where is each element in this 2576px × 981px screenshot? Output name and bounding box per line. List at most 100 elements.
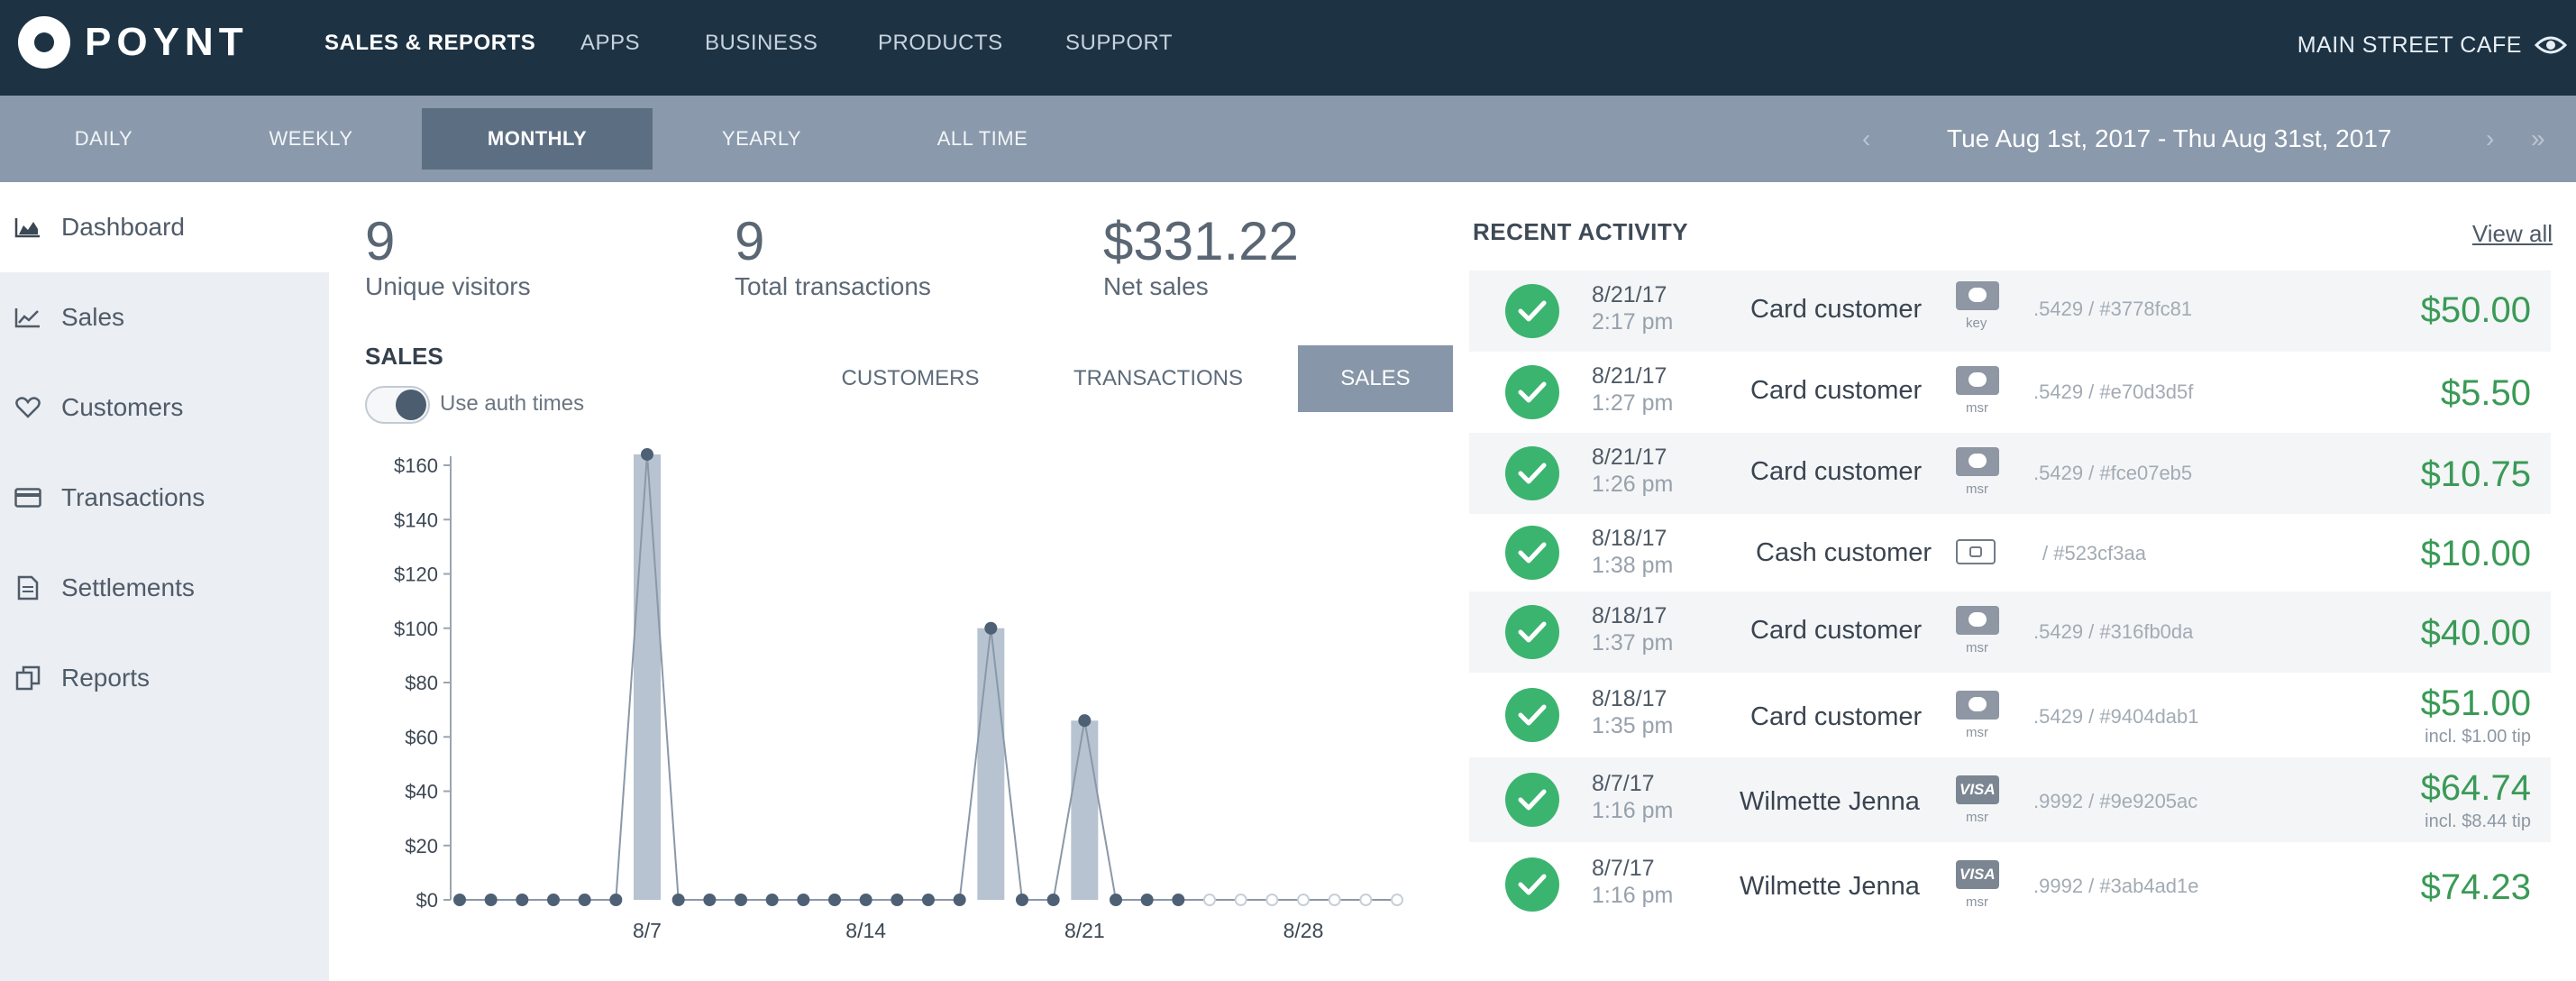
activity-time: 1:26 pm (1592, 472, 1674, 497)
sales-point (1172, 894, 1185, 906)
activity-date: 8/21/17 (1592, 282, 1667, 307)
activity-customer: Card customer (1750, 295, 1923, 324)
poynt-logo[interactable]: POYNT (18, 16, 249, 69)
activity-row[interactable]: 8/18/17 1:38 pm Cash customer / #523cf3a… (1469, 514, 2551, 591)
copy-icon (13, 663, 43, 693)
sales-point (735, 894, 747, 906)
activity-date: 8/7/17 (1592, 771, 1655, 796)
entry-mode: key (1966, 316, 1987, 331)
nav-business[interactable]: BUSINESS (705, 31, 818, 56)
line-chart-icon (13, 302, 43, 333)
activity-time: 1:35 pm (1592, 713, 1674, 738)
sales-point (1297, 894, 1310, 906)
activity-row[interactable]: 8/7/17 1:16 pm Wilmette Jenna VISA msr .… (1469, 842, 2551, 927)
sales-chart: $0 $20 $40 $60 $80 $100 $120 $140 $160 8/7 8/14 8/2… (394, 447, 1403, 942)
x-tick-label: 8/21 (1064, 919, 1105, 942)
toggle-knob (396, 390, 426, 420)
activity-customer: Card customer (1750, 702, 1923, 731)
nav-support[interactable]: SUPPORT (1065, 31, 1173, 56)
sidebar-item-customers[interactable]: Customers (0, 362, 329, 453)
period-all-time[interactable]: ALL TIME (910, 96, 1055, 182)
activity-time: 1:16 pm (1592, 798, 1674, 823)
activity-date: 8/21/17 (1592, 445, 1667, 470)
activity-reference: .9992 / #3ab4ad1e (2033, 875, 2199, 897)
period-monthly[interactable]: MONTHLY (422, 108, 653, 170)
eye-icon[interactable] (2535, 34, 2567, 56)
activity-time: 2:17 pm (1592, 309, 1674, 335)
activity-customer: Card customer (1750, 457, 1923, 486)
check-circle-icon (1505, 526, 1559, 580)
sidebar-item-reports[interactable]: Reports (0, 633, 329, 723)
stat-value: 9 (735, 211, 765, 271)
entry-mode: msr (1966, 481, 1988, 497)
x-tick-label: 8/28 (1283, 919, 1324, 942)
card-chip (1969, 454, 1987, 468)
activity-amount: $5.50 (2440, 373, 2531, 413)
sales-bar (1071, 720, 1099, 900)
double-chevron-right-icon[interactable]: » (2531, 124, 2545, 153)
activity-row[interactable]: 8/18/17 1:35 pm Card customer msr .5429 … (1469, 673, 2551, 757)
chevron-left-icon[interactable]: ‹ (1862, 124, 1870, 153)
chevron-right-icon[interactable]: › (2486, 124, 2494, 153)
y-tick-label: $160 (394, 454, 438, 477)
poynt-logo-icon (18, 16, 70, 69)
sidebar-item-settlements[interactable]: Settlements (0, 543, 329, 633)
stat-net-sales: $331.22 Net sales (1103, 213, 1299, 301)
sidebar-item-transactions[interactable]: Transactions (0, 453, 329, 543)
sidebar-item-label: Settlements (61, 573, 195, 601)
sidebar-item-label: Dashboard (61, 213, 185, 241)
card-chip (1969, 612, 1987, 627)
period-selector-bar: DAILY WEEKLY MONTHLY YEARLY ALL TIME ‹ T… (0, 96, 2576, 182)
activity-reference: .5429 / #3778fc81 (2033, 298, 2193, 320)
activity-row[interactable]: 8/21/17 1:26 pm Card customer msr .5429 … (1469, 433, 2551, 514)
view-all-link[interactable]: View all (2472, 220, 2553, 248)
sales-point (1140, 894, 1154, 906)
card-brand: VISA (1959, 781, 1996, 798)
date-range: Tue Aug 1st, 2017 - Thu Aug 31st, 2017 (1947, 124, 2392, 152)
tab-sales[interactable]: SALES (1298, 345, 1453, 412)
activity-amount: $64.74 (2420, 768, 2531, 808)
tab-transactions[interactable]: TRANSACTIONS (1046, 345, 1271, 412)
check-circle-icon (1505, 284, 1559, 338)
nav-sales-reports[interactable]: SALES & REPORTS (324, 31, 535, 56)
check-circle-icon (1505, 446, 1559, 500)
auth-times-toggle[interactable] (365, 386, 430, 424)
activity-customer: Card customer (1750, 616, 1923, 645)
nav-products[interactable]: PRODUCTS (878, 31, 1003, 56)
sidebar-item-sales[interactable]: Sales (0, 272, 329, 362)
sales-point (609, 894, 623, 906)
sales-point (1016, 894, 1028, 906)
sales-bar (634, 454, 661, 900)
check-circle-icon (1505, 688, 1559, 742)
period-daily[interactable]: DAILY (36, 96, 171, 182)
sidebar-item-label: Reports (61, 664, 151, 692)
stat-label: Net sales (1103, 272, 1209, 300)
visa-card-icon: VISA (1956, 860, 1999, 889)
sales-point (516, 894, 529, 906)
sales-point (547, 894, 560, 906)
activity-row[interactable]: 8/21/17 1:27 pm Card customer msr .5429 … (1469, 352, 2551, 433)
sales-point (671, 894, 685, 906)
sales-point (828, 894, 841, 906)
activity-row[interactable]: 8/7/17 1:16 pm Wilmette Jenna VISA msr .… (1469, 757, 2551, 842)
card-chip (1969, 288, 1987, 302)
y-tick-label: $140 (394, 509, 438, 531)
sidebar-item-dashboard[interactable]: Dashboard (0, 182, 329, 272)
activity-reference: .9992 / #9e9205ac (2033, 790, 2198, 812)
tab-customers[interactable]: CUSTOMERS (811, 345, 1009, 412)
area-chart-icon (13, 212, 43, 243)
sales-point (984, 621, 998, 635)
activity-row[interactable]: 8/18/17 1:37 pm Card customer msr .5429 … (1469, 591, 2551, 673)
entry-mode: msr (1966, 725, 1988, 740)
store-name[interactable]: MAIN STREET CAFE (2297, 32, 2522, 59)
auth-times-label: Use auth times (440, 391, 585, 416)
period-weekly[interactable]: WEEKLY (243, 96, 379, 182)
recent-activity-title: RECENT ACTIVITY (1473, 218, 1689, 245)
period-yearly[interactable]: YEARLY (694, 96, 829, 182)
activity-row[interactable]: 8/21/17 2:17 pm Card customer key .5429 … (1469, 270, 2551, 352)
activity-amount: $10.00 (2420, 534, 2531, 573)
nav-apps[interactable]: APPS (580, 31, 640, 56)
sales-point (797, 894, 810, 906)
card-brand: VISA (1959, 866, 1996, 883)
activity-customer: Cash customer (1756, 538, 1932, 567)
